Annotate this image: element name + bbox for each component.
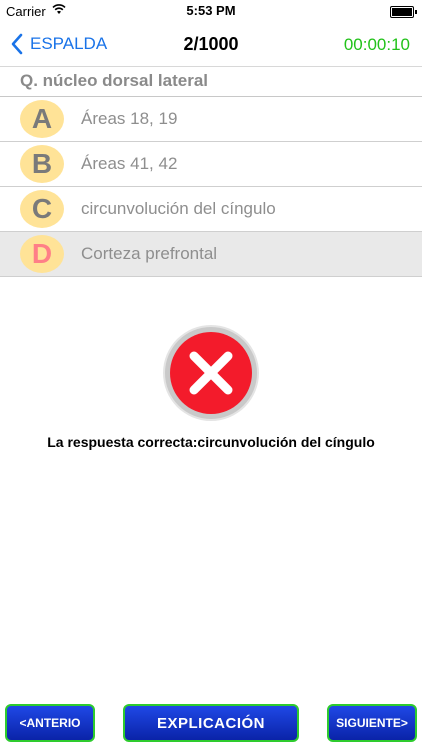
option-b[interactable]: B Áreas 41, 42 <box>0 142 422 187</box>
option-d-badge: D <box>20 235 64 273</box>
timer: 00:00:10 <box>343 35 410 54</box>
option-b-badge: B <box>20 145 64 183</box>
explanation-button[interactable]: EXPLICACIÓN <box>123 704 299 742</box>
correct-answer-message: La respuesta correcta:circunvolución del… <box>47 434 375 450</box>
option-c[interactable]: C circunvolución del cíngulo <box>0 187 422 232</box>
option-a[interactable]: A Áreas 18, 19 <box>0 97 422 142</box>
question-text: Q. núcleo dorsal lateral <box>20 71 209 90</box>
option-d-text: Corteza prefrontal <box>81 244 218 263</box>
previous-button[interactable]: <ANTERIO <box>5 704 95 742</box>
option-c-badge: C <box>20 190 64 228</box>
option-c-text: circunvolución del cíngulo <box>81 199 276 218</box>
option-a-badge: A <box>20 100 64 138</box>
wrong-icon <box>163 325 259 421</box>
option-a-text: Áreas 18, 19 <box>81 109 178 128</box>
status-bar: Carrier 5:53 PM <box>0 0 422 22</box>
battery-icon <box>390 6 417 18</box>
option-d[interactable]: D Corteza prefrontal <box>0 232 422 277</box>
option-b-text: Áreas 41, 42 <box>81 154 178 173</box>
question: Q. núcleo dorsal lateral <box>0 66 422 97</box>
navigation-bar: ESPALDA 2/1000 00:00:10 <box>0 22 422 67</box>
clock: 5:53 PM <box>186 3 236 18</box>
next-button[interactable]: SIGUIENTE> <box>327 704 417 742</box>
